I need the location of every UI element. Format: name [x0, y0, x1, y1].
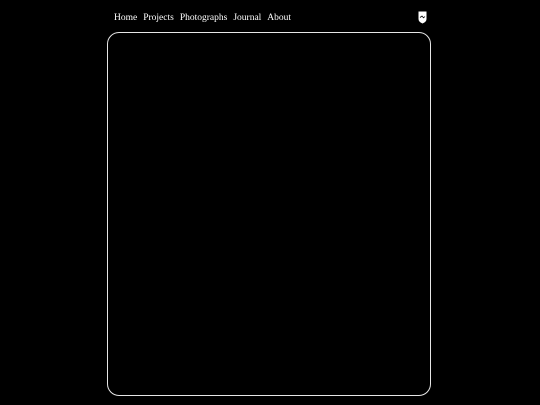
content-frame	[107, 32, 431, 396]
nav-link-projects[interactable]: Projects	[143, 11, 174, 25]
nav-link-journal[interactable]: Journal	[233, 11, 261, 25]
site-logo[interactable]	[418, 11, 427, 24]
main-navigation: Home Projects Photographs Journal About	[114, 11, 291, 25]
shield-crest-icon	[418, 11, 427, 24]
nav-link-about[interactable]: About	[267, 11, 291, 25]
nav-link-photographs[interactable]: Photographs	[180, 11, 228, 25]
nav-link-home[interactable]: Home	[114, 11, 137, 25]
